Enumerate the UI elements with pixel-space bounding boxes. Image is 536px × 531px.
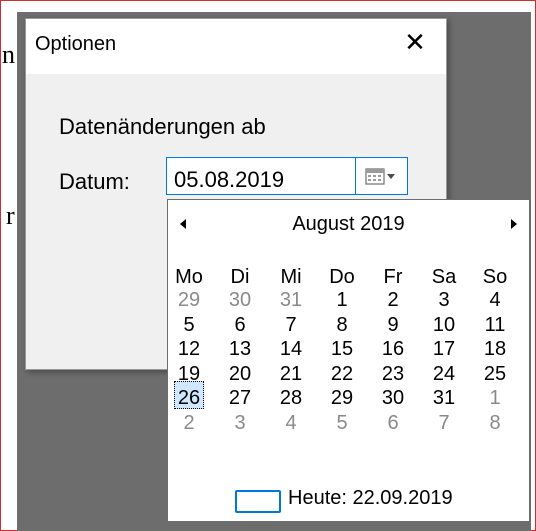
calendar-day[interactable]: 8 — [327, 314, 357, 337]
calendar-day[interactable]: 29 — [174, 289, 204, 312]
calendar-dropdown-icon — [365, 168, 395, 185]
calendar-day[interactable]: 30 — [378, 387, 408, 410]
calendar-day[interactable]: 23 — [378, 363, 408, 386]
calendar-day[interactable]: 5 — [327, 412, 357, 435]
calendar-day[interactable]: 5 — [174, 314, 204, 337]
calendar-day[interactable]: 4 — [276, 412, 306, 435]
weekday-header: Fr — [383, 266, 403, 288]
calendar-day[interactable]: 2 — [174, 412, 204, 435]
calendar-day[interactable]: 9 — [378, 314, 408, 337]
weekday-header: So — [482, 266, 508, 288]
dialog-title: Optionen — [35, 33, 117, 55]
background-text-fragment: r — [6, 201, 15, 230]
calendar-day[interactable]: 7 — [429, 412, 459, 435]
weekday-header: Mi — [280, 266, 302, 288]
calendar-day[interactable]: 25 — [480, 363, 510, 386]
triangle-right-icon — [511, 219, 517, 229]
calendar-day[interactable]: 10 — [429, 314, 459, 337]
calendar-day[interactable]: 3 — [429, 289, 459, 312]
calendar-day[interactable]: 1 — [480, 387, 510, 410]
calendar-day[interactable]: 18 — [480, 338, 510, 361]
date-input[interactable]: 05.08.2019 — [166, 157, 356, 195]
today-link[interactable]: Heute: 22.09.2019 — [288, 487, 453, 510]
calendar-day[interactable]: 20 — [225, 363, 255, 386]
background-text-fragment: n — [2, 40, 15, 69]
calendar-day[interactable]: 29 — [327, 387, 357, 410]
weekday-header: Do — [329, 266, 355, 288]
calendar-day[interactable]: 31 — [429, 387, 459, 410]
section-label: Datenänderungen ab — [59, 114, 266, 139]
calendar-day[interactable]: 24 — [429, 363, 459, 386]
date-value: 05.08.2019 — [174, 167, 285, 192]
date-label: Datum: — [59, 169, 130, 194]
calendar-day[interactable]: 3 — [225, 412, 255, 435]
month-label[interactable]: August 2019 — [168, 213, 529, 236]
calendar-day[interactable]: 19 — [174, 363, 204, 386]
calendar-day[interactable]: 11 — [480, 314, 510, 337]
dialog-titlebar: Optionen ✕ — [26, 19, 446, 74]
calendar-day[interactable]: 15 — [327, 338, 357, 361]
calendar-day[interactable]: 16 — [378, 338, 408, 361]
calendar-day[interactable]: 28 — [276, 387, 306, 410]
calendar-day[interactable]: 6 — [378, 412, 408, 435]
calendar-day[interactable]: 8 — [480, 412, 510, 435]
calendar-day[interactable]: 7 — [276, 314, 306, 337]
calendar-day[interactable]: 22 — [327, 363, 357, 386]
calendar-day[interactable]: 2 — [378, 289, 408, 312]
calendar-day[interactable]: 17 — [429, 338, 459, 361]
calendar-day[interactable]: 12 — [174, 338, 204, 361]
calendar-dropdown-button[interactable] — [356, 157, 408, 195]
calendar-day[interactable]: 30 — [225, 289, 255, 312]
calendar-day[interactable]: 14 — [276, 338, 306, 361]
calendar-day[interactable]: 6 — [225, 314, 255, 337]
calendar-day[interactable]: 4 — [480, 289, 510, 312]
calendar-day[interactable]: 26 — [174, 387, 204, 410]
weekday-header: Mo — [175, 266, 203, 288]
calendar-day[interactable]: 13 — [225, 338, 255, 361]
calendar-popup: August 2019 Mo Di Mi Do Fr Sa So 29 30 31 1 2 3 4 5 6 7 8… — [167, 199, 530, 522]
calendar-day[interactable]: 21 — [276, 363, 306, 386]
next-month-button[interactable] — [501, 217, 521, 231]
calendar-day[interactable]: 1 — [327, 289, 357, 312]
weekday-header: Sa — [431, 266, 457, 288]
weekday-header: Di — [230, 266, 250, 288]
calendar-day[interactable]: 31 — [276, 289, 306, 312]
close-button[interactable]: ✕ — [402, 29, 428, 55]
today-marker-icon — [235, 490, 281, 513]
calendar-day[interactable]: 27 — [225, 387, 255, 410]
calendar-header: August 2019 — [168, 200, 529, 246]
